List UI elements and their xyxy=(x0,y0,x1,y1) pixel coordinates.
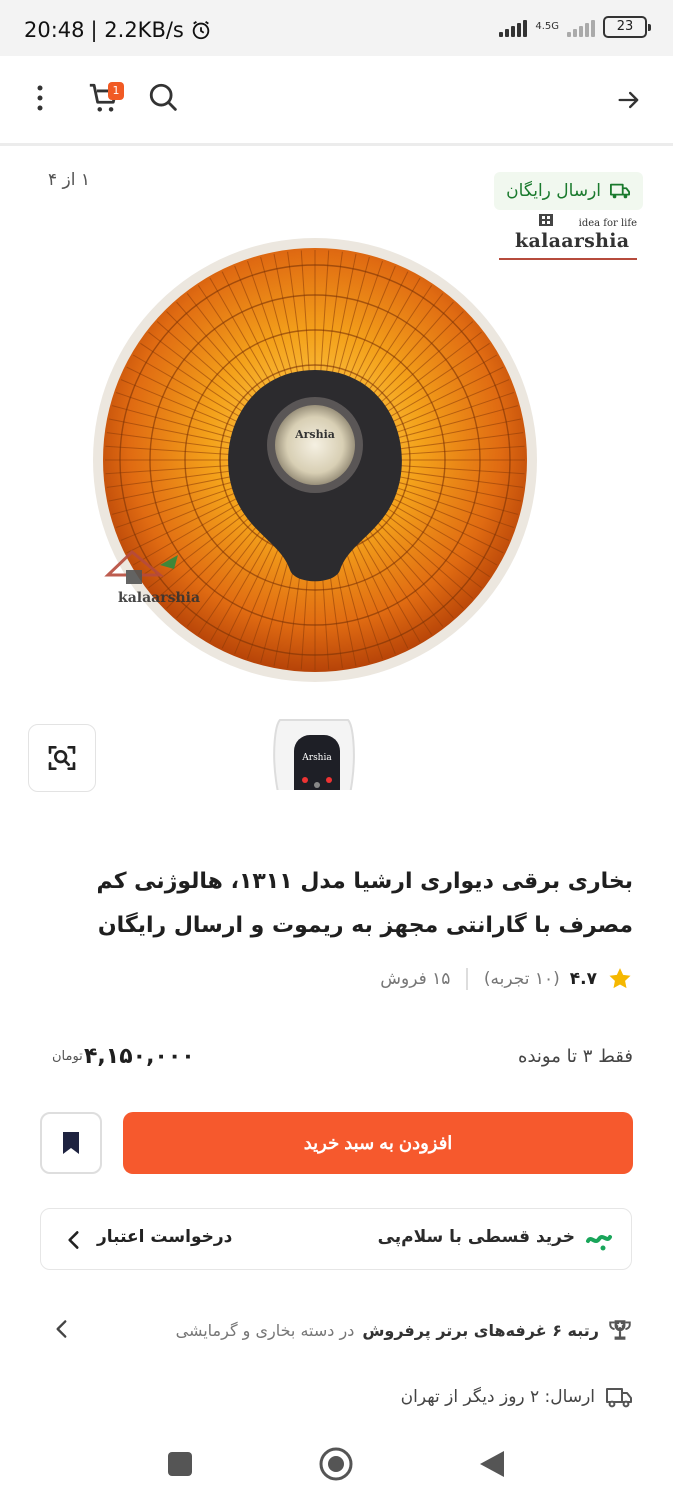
more-vertical-icon xyxy=(37,85,43,111)
status-bar: 20:48 | 2.2KB/s 4.5G 23 xyxy=(0,0,673,56)
device-brand-label: Arshia xyxy=(294,428,335,441)
visual-search-button[interactable] xyxy=(28,724,96,792)
installment-label: خرید قسطی با سلام‌پی xyxy=(377,1227,575,1247)
chevron-left-icon xyxy=(68,1231,79,1249)
search-icon xyxy=(149,83,177,111)
rank-row[interactable]: رتبه ۶ غرفه‌های برتر پرفروش در دسته بخار… xyxy=(41,1310,633,1350)
installment-card[interactable]: خرید قسطی با سلام‌پی درخواست اعتبار xyxy=(40,1208,632,1270)
shipping-row: ارسال: ۲ روز دیگر از تهران xyxy=(401,1384,633,1410)
signal-icon xyxy=(499,17,528,37)
truck-icon xyxy=(606,1388,632,1408)
star-icon xyxy=(609,968,631,989)
page-indicator: ۱ از ۴ xyxy=(48,170,91,190)
image-search-icon xyxy=(48,746,76,770)
divider xyxy=(466,968,468,990)
product-gallery[interactable]: ۱ از ۴ idea for life kalaarshia ارسال را… xyxy=(0,150,673,830)
sales-count: ۱۵ فروش xyxy=(380,969,451,989)
stand-brand-label: Arshia xyxy=(301,753,332,763)
chevron-left-icon xyxy=(56,1320,67,1338)
cart-button[interactable]: 1 xyxy=(82,76,126,120)
triangle-back-icon xyxy=(480,1451,504,1477)
arrow-right-icon xyxy=(618,91,639,109)
rank-category: در دسته بخاری و گرمایشی xyxy=(175,1320,355,1340)
network-type: 4.5G xyxy=(535,21,559,32)
status-left: 20:48 | 2.2KB/s xyxy=(24,18,212,42)
review-count[interactable]: (۱۰ تجربه) xyxy=(484,969,560,989)
product-image-heater: Arshia Arshia kalaarshia xyxy=(93,238,537,790)
cart-badge: 1 xyxy=(108,82,124,100)
rating-value: ۴.۷ xyxy=(569,969,597,989)
app-bar: 1 xyxy=(0,56,673,146)
battery-icon: 23 xyxy=(603,16,651,38)
alarm-icon xyxy=(192,20,210,40)
rating-row[interactable]: ۴.۷ (۱۰ تجربه) ۱۵ فروش xyxy=(380,966,633,992)
home-button[interactable] xyxy=(314,1442,358,1486)
watermark-text: kalaarshia xyxy=(118,590,200,606)
back-nav-button[interactable] xyxy=(470,1442,514,1486)
shipping-text: ارسال: ۲ روز دیگر از تهران xyxy=(400,1387,595,1407)
square-icon xyxy=(168,1452,192,1476)
add-to-cart-button[interactable]: افزودن به سبد خرید xyxy=(123,1112,633,1174)
recents-button[interactable] xyxy=(158,1442,202,1486)
rank-title: رتبه ۶ غرفه‌های برتر پرفروش xyxy=(362,1320,599,1340)
status-time: 20:48 xyxy=(24,18,85,42)
product-title: بخاری برقی دیواری ارشیا مدل ۱۳۱۱، هالوژن… xyxy=(96,869,633,938)
status-net-speed: | 2.2KB/s xyxy=(90,18,184,42)
bookmark-icon xyxy=(63,1132,79,1154)
credit-request-link[interactable]: درخواست اعتبار xyxy=(97,1227,232,1247)
brand-tagline: idea for life xyxy=(578,218,637,229)
truck-icon xyxy=(610,183,630,199)
free-shipping-badge: ارسال رایگان xyxy=(494,172,643,210)
salampay-logo-icon xyxy=(586,1235,612,1251)
more-button[interactable] xyxy=(20,76,60,120)
search-button[interactable] xyxy=(142,76,186,120)
circle-home-icon xyxy=(319,1447,353,1481)
bookmark-button[interactable] xyxy=(40,1112,102,1174)
free-shipping-label: ارسال رایگان xyxy=(506,181,601,201)
trophy-icon xyxy=(609,1320,631,1340)
system-nav-bar xyxy=(0,1428,673,1500)
signal-icon-2 xyxy=(567,17,595,37)
status-right: 4.5G 23 xyxy=(499,16,651,38)
currency: تومان xyxy=(52,1049,83,1064)
back-button[interactable] xyxy=(607,78,651,122)
stock-text: فقط ۳ تا مونده xyxy=(518,1046,633,1067)
price: ۴,۱۵۰,۰۰۰ xyxy=(84,1044,195,1069)
